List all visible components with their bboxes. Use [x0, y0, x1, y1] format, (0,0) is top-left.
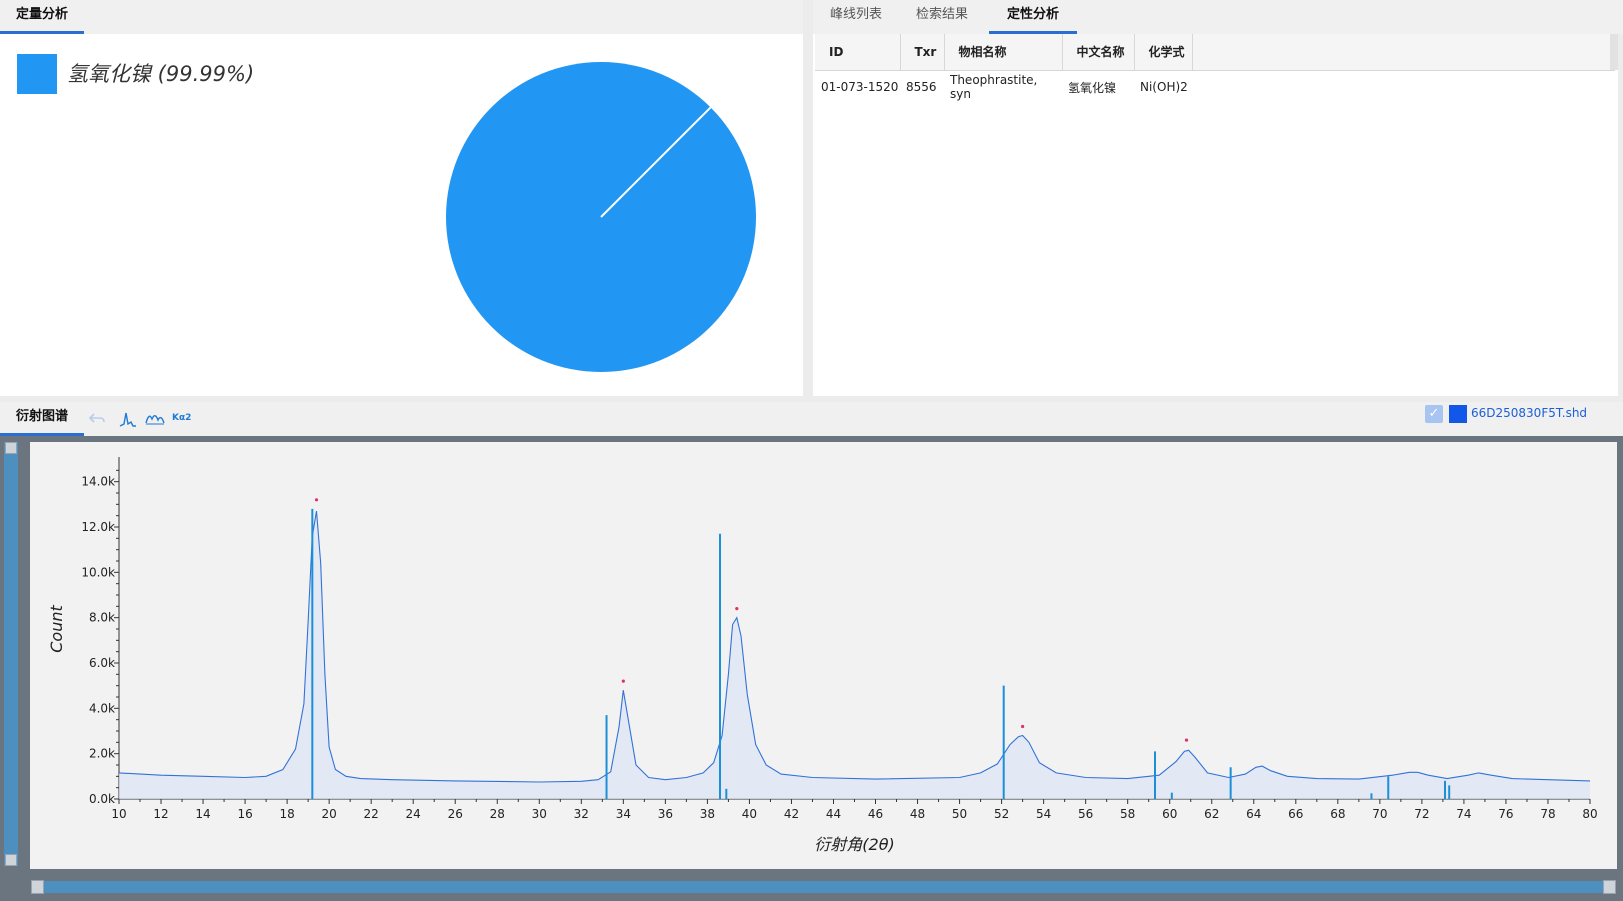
x-tick-label: 72 [1414, 807, 1429, 821]
x-tick-label: 60 [1162, 807, 1177, 821]
x-tick-label: 74 [1456, 807, 1471, 821]
x-tick-label: 66 [1288, 807, 1303, 821]
x-tick-label: 10 [111, 807, 126, 821]
x-tick-label: 80 [1582, 807, 1597, 821]
app-window: 定量分析 氢氧化镍 (99.99%) 峰线列表 检索结果 定性分析 ID Txr… [0, 0, 1623, 901]
x-tick-label: 54 [1036, 807, 1051, 821]
x-tick-label: 48 [910, 807, 925, 821]
x-tick-label: 28 [490, 807, 505, 821]
x-tick-label: 14 [195, 807, 210, 821]
x-tick-label: 44 [826, 807, 841, 821]
y-tick-label: 8.0k [89, 611, 115, 625]
x-tick-label: 58 [1120, 807, 1135, 821]
x-tick-label: 32 [574, 807, 589, 821]
y-tick-label: 6.0k [89, 656, 115, 670]
y-tick-label: 4.0k [89, 701, 115, 715]
x-tick-label: 30 [532, 807, 547, 821]
horizontal-slider-right-handle[interactable] [1603, 880, 1616, 894]
x-tick-label: 40 [742, 807, 757, 821]
x-tick-label: 24 [406, 807, 421, 821]
series-line [118, 511, 1591, 783]
peak-marker [621, 679, 625, 683]
y-tick-label: 0.0k [89, 792, 115, 806]
x-tick-label: 18 [279, 807, 294, 821]
x-tick-label: 52 [994, 807, 1009, 821]
x-tick-label: 42 [784, 807, 799, 821]
x-tick-label: 34 [616, 807, 631, 821]
x-tick-label: 26 [448, 807, 463, 821]
y-tick-label: 14.0k [81, 475, 115, 489]
y-tick-label: 12.0k [81, 520, 115, 534]
xrd-chart[interactable]: 10 12 14 16 18 20 22 24 26 28 30 32 34 36 38 40 42 44 46 48… [0, 0, 1623, 901]
x-tick-label: 68 [1330, 807, 1345, 821]
x-tick-label: 12 [153, 807, 168, 821]
y-axis-title: Count [47, 605, 66, 653]
peak-marker [1184, 738, 1189, 742]
x-tick-label: 36 [658, 807, 673, 821]
x-tick-label: 64 [1246, 807, 1261, 821]
x-tick-label: 50 [952, 807, 967, 821]
x-tick-label: 62 [1204, 807, 1219, 821]
x-tick-label: 46 [868, 807, 883, 821]
peak-marker [314, 498, 319, 502]
y-tick-label: 2.0k [89, 747, 115, 761]
series-area [119, 511, 1590, 799]
x-tick-label: 78 [1540, 807, 1555, 821]
x-tick-label: 20 [322, 807, 337, 821]
x-tick-label: 70 [1372, 807, 1387, 821]
peak-marker [1021, 724, 1025, 729]
horizontal-slider-left-handle[interactable] [31, 880, 44, 894]
x-tick-label: 22 [364, 807, 379, 821]
x-tick-label: 16 [237, 807, 252, 821]
peak-marker [735, 607, 739, 611]
x-tick-label: 76 [1498, 807, 1513, 821]
x-axis-title: 衍射角(2θ) [814, 835, 894, 854]
x-tick-label: 38 [700, 807, 715, 821]
y-tick-label: 10.0k [81, 565, 115, 579]
horizontal-range-slider[interactable] [31, 880, 1616, 894]
x-tick-label: 56 [1078, 807, 1093, 821]
